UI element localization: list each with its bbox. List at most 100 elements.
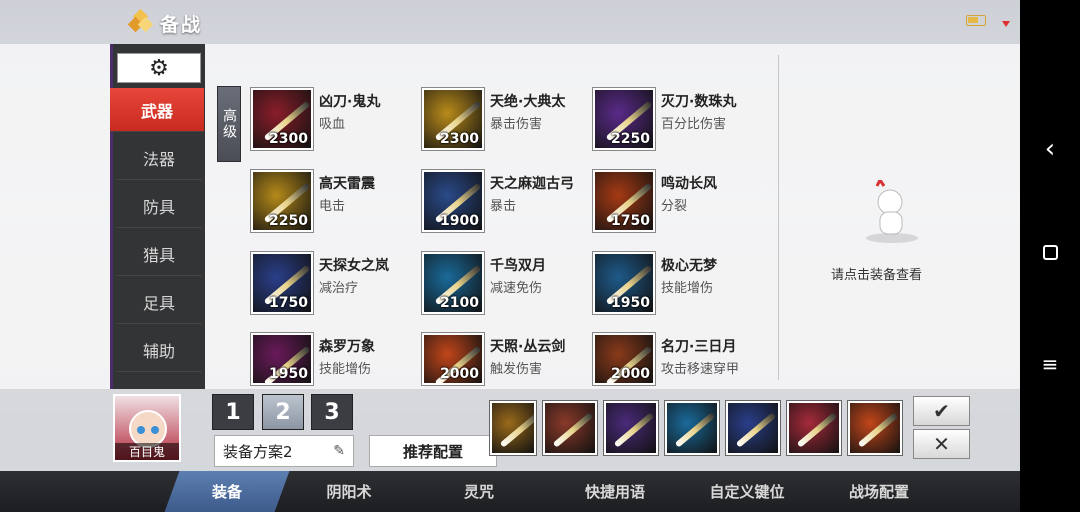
item-name: 天绝·大典太 <box>490 94 566 110</box>
tab-equipment[interactable]: 装备 <box>164 471 290 512</box>
item-cost: 2250 <box>269 213 308 229</box>
equipment-item[interactable]: 2250 灭刀·数珠丸 百分比伤害 <box>593 88 758 152</box>
item-cost: 1750 <box>611 213 650 229</box>
item-thumbnail: 2100 <box>422 252 484 314</box>
category-hunting[interactable]: 猎具 <box>116 232 202 276</box>
equipment-item[interactable]: 1950 极心无梦 技能增伤 <box>593 252 758 316</box>
hero-name: 百目鬼 <box>115 443 179 460</box>
equipment-item[interactable]: 2300 天绝·大典太 暴击伤害 <box>422 88 587 152</box>
menu-icon[interactable]: ≡ <box>1020 352 1080 376</box>
equipped-slot[interactable] <box>665 401 719 455</box>
equipped-slot[interactable] <box>604 401 658 455</box>
item-effect: 分裂 <box>661 199 688 214</box>
item-effect: 吸血 <box>319 117 346 132</box>
equipment-item[interactable]: 2000 天照·丛云剑 触发伤害 <box>422 333 587 387</box>
plan-name: 装备方案2 <box>223 442 293 461</box>
home-icon[interactable] <box>1020 245 1080 260</box>
recommend-button[interactable]: 推荐配置 <box>369 435 497 467</box>
item-cost: 2000 <box>611 366 650 382</box>
item-cost: 2300 <box>440 131 479 147</box>
item-thumbnail: 2300 <box>422 88 484 150</box>
item-name: 高天雷震 <box>319 176 375 192</box>
system-nav-bar: ‹ ≡ <box>1020 0 1080 512</box>
settings-button[interactable]: ⚙ <box>117 53 201 83</box>
item-cost: 2000 <box>440 366 479 382</box>
equipment-item[interactable]: 1900 天之麻迦古弓 暴击 <box>422 170 587 234</box>
tab-quick-chat[interactable]: 快捷用语 <box>560 471 670 512</box>
tab-battle-config[interactable]: 战场配置 <box>824 471 934 512</box>
item-effect: 减治疗 <box>319 281 359 296</box>
equipped-slot[interactable] <box>490 401 536 455</box>
plan-button-2[interactable]: 2 <box>262 394 304 430</box>
back-icon[interactable]: ‹ <box>1020 134 1080 164</box>
category-artifact[interactable]: 法器 <box>116 136 202 180</box>
plan-button-3[interactable]: 3 <box>311 394 353 430</box>
tab-yinyang[interactable]: 阴阳术 <box>294 471 404 512</box>
item-cost: 2300 <box>269 131 308 147</box>
category-support[interactable]: 辅助 <box>116 328 202 372</box>
item-effect: 减速免伤 <box>490 281 543 296</box>
item-name: 千鸟双月 <box>490 258 546 274</box>
item-effect: 百分比伤害 <box>661 117 727 132</box>
tab-curse[interactable]: 灵咒 <box>424 471 534 512</box>
item-thumbnail: 1750 <box>251 252 313 314</box>
item-effect: 暴击伤害 <box>490 117 543 132</box>
confirm-button[interactable]: ✔ <box>913 396 970 426</box>
item-name: 森罗万象 <box>319 339 375 355</box>
item-thumbnail: 1750 <box>593 170 655 232</box>
equipment-item[interactable]: 1750 鸣动长风分裂 <box>593 170 758 234</box>
item-thumbnail: 2250 <box>251 170 313 232</box>
item-thumbnail: 1950 <box>593 252 655 314</box>
item-thumbnail: 2000 <box>422 333 484 385</box>
item-name: 极心无梦 <box>661 258 717 274</box>
equipment-item[interactable]: 1750 天探女之岚 减治疗 <box>251 252 416 316</box>
equipment-item[interactable]: 2000 名刀·三日月 攻击移速穿甲 <box>593 333 758 387</box>
empty-detail-illustration <box>866 180 918 243</box>
item-cost: 2100 <box>440 295 479 311</box>
item-cost: 1950 <box>611 295 650 311</box>
item-thumbnail: 1950 <box>251 333 313 385</box>
item-name: 名刀·三日月 <box>661 339 737 355</box>
logo-icon <box>127 8 154 33</box>
equipped-slot[interactable] <box>787 401 841 455</box>
equipment-item[interactable]: 1950 森罗万象技能增伤 <box>251 333 416 387</box>
item-name: 鸣动长风 <box>661 176 717 192</box>
item-effect: 电击 <box>319 199 346 214</box>
category-weapon[interactable]: 武器 <box>110 88 204 132</box>
item-name: 天照·丛云剑 <box>490 339 566 355</box>
equipped-slot[interactable] <box>543 401 597 455</box>
plan-name-field[interactable]: 装备方案2 ✎ <box>214 435 354 467</box>
item-name: 灭刀·数珠丸 <box>661 94 737 110</box>
hero-avatar[interactable]: 百目鬼 <box>113 394 181 462</box>
item-thumbnail: 2300 <box>251 88 313 150</box>
item-name: 凶刀·鬼丸 <box>319 94 381 110</box>
item-thumbnail: 2250 <box>593 88 655 150</box>
category-boots[interactable]: 足具 <box>116 280 202 324</box>
item-cost: 1750 <box>269 295 308 311</box>
tab-custom-keys[interactable]: 自定义键位 <box>692 471 802 512</box>
pencil-icon[interactable]: ✎ <box>333 443 345 459</box>
equipment-item[interactable]: 2100 千鸟双月减速免伤 <box>422 252 587 316</box>
equipment-item[interactable]: 2250 高天雷震电击 <box>251 170 416 234</box>
plan-button-1[interactable]: 1 <box>212 394 254 430</box>
item-cost: 2250 <box>611 131 650 147</box>
tier-tab-advanced[interactable]: 高级 <box>217 86 241 162</box>
item-effect: 攻击移速穿甲 <box>661 362 740 377</box>
equipment-item[interactable]: 2300 凶刀·鬼丸吸血 <box>251 88 416 152</box>
close-icon: ✕ <box>933 432 950 456</box>
item-cost: 1950 <box>269 366 308 382</box>
cancel-button[interactable]: ✕ <box>913 429 970 459</box>
category-armor[interactable]: 防具 <box>116 184 202 228</box>
page-title: 备战 <box>160 14 203 36</box>
signal-icon <box>1002 21 1010 27</box>
detail-hint: 请点击装备查看 <box>831 268 923 283</box>
item-thumbnail: 2000 <box>593 333 655 385</box>
item-effect: 技能增伤 <box>319 362 372 377</box>
check-icon: ✔ <box>933 399 950 423</box>
item-name: 天之麻迦古弓 <box>490 176 574 192</box>
item-effect: 暴击 <box>490 199 517 214</box>
item-effect: 触发伤害 <box>490 362 543 377</box>
equipped-slot[interactable] <box>848 401 902 455</box>
equipped-slot[interactable] <box>726 401 780 455</box>
header: 备战 <box>0 0 1020 44</box>
